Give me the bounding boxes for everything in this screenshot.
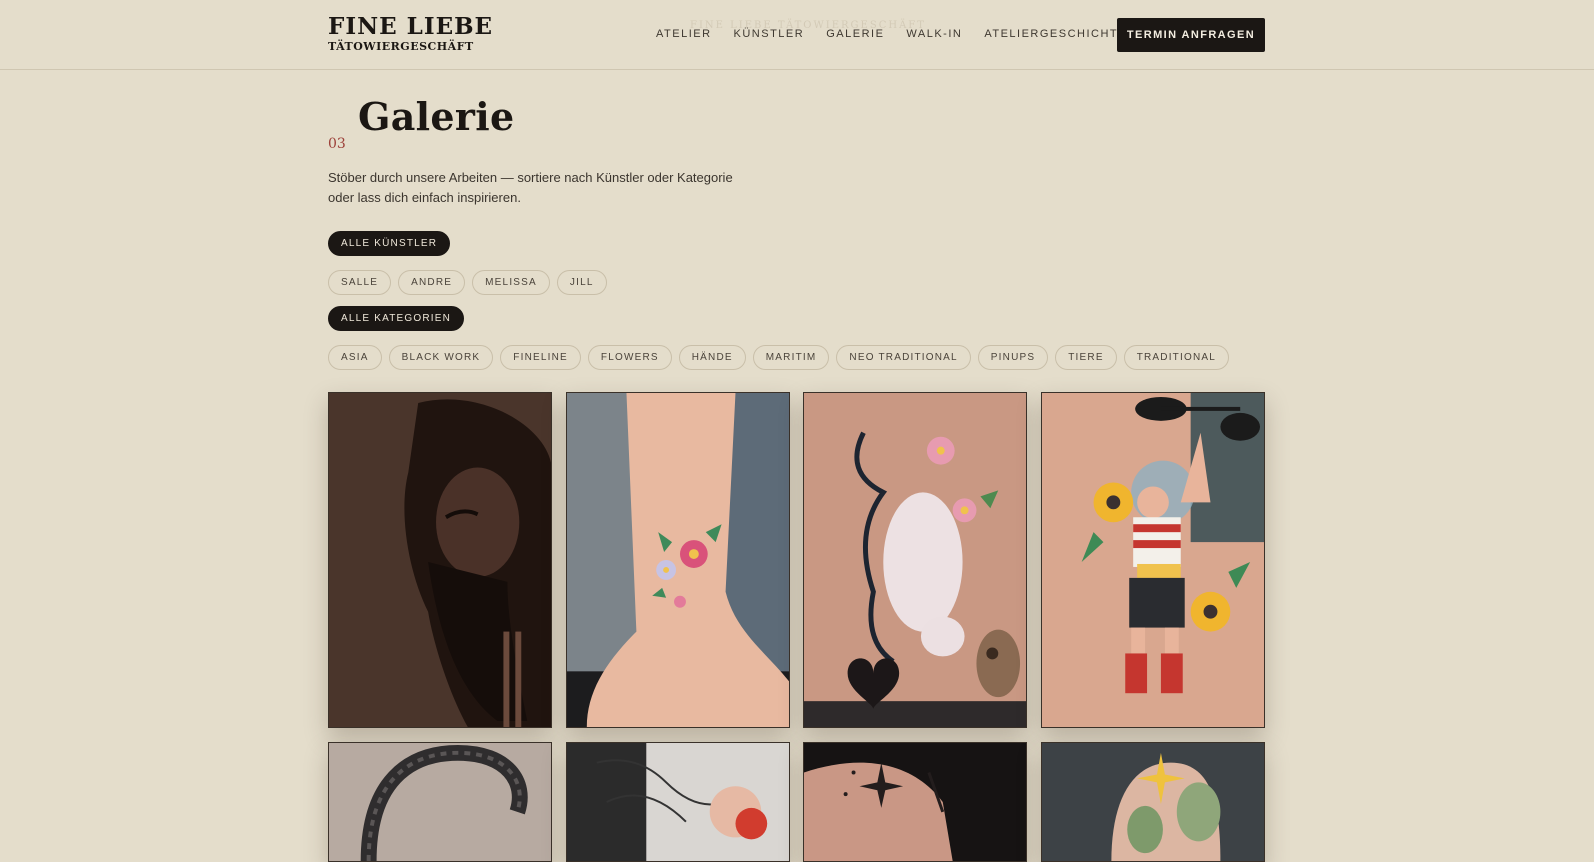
logo[interactable]: FINE LIEBE TÄTOWIERGESCHÄFT bbox=[328, 14, 493, 54]
gallery-item-ankle-flower-tattoo[interactable] bbox=[566, 392, 790, 728]
filter-category-flowers[interactable]: FLOWERS bbox=[587, 345, 672, 370]
tattoo-photo-snake bbox=[329, 743, 551, 861]
page-title: Galerie bbox=[358, 94, 515, 139]
category-filter-row: ASIA BLACK WORK FINELINE FLOWERS HÄNDE M… bbox=[328, 345, 1230, 370]
filter-category-pinups[interactable]: PINUPS bbox=[977, 345, 1049, 370]
nav-item-walk-in[interactable]: WALK-IN bbox=[906, 27, 962, 41]
filter-category-haende[interactable]: HÄNDE bbox=[678, 345, 746, 370]
filter-all-artists[interactable]: ALLE KÜNSTLER bbox=[328, 231, 451, 256]
artist-filter-row: SALLE ANDRE MELISSA JILL bbox=[328, 270, 607, 295]
tattoo-photo-mouse bbox=[804, 393, 1026, 727]
filter-category-black-work[interactable]: BLACK WORK bbox=[388, 345, 494, 370]
filter-artist-salle[interactable]: SALLE bbox=[328, 270, 392, 295]
gallery-item-strongman-tattoo[interactable] bbox=[1041, 392, 1265, 728]
main-nav: ATELIER KÜNSTLER GALERIE WALK-IN ATELIER… bbox=[656, 27, 1158, 41]
filter-artist-jill[interactable]: JILL bbox=[556, 270, 607, 295]
filter-category-tiere[interactable]: TIERE bbox=[1055, 345, 1117, 370]
intro-text: Stöber durch unsere Arbeiten — sortiere … bbox=[328, 170, 733, 205]
logo-subtitle: TÄTOWIERGESCHÄFT bbox=[328, 40, 474, 53]
tattoo-photo-stars bbox=[804, 743, 1026, 861]
gallery-item-leaves-star-tattoo[interactable] bbox=[1041, 742, 1265, 862]
nav-item-ateliergeschichten[interactable]: ATELIERGESCHICHTEN bbox=[984, 27, 1136, 41]
gallery-item-sketch-tattoo[interactable] bbox=[566, 742, 790, 862]
category-filter-all-row: ALLE KATEGORIEN bbox=[328, 306, 465, 331]
logo-wordmark: FINE LIEBE bbox=[328, 13, 494, 40]
artist-filter-all-row: ALLE KÜNSTLER bbox=[328, 231, 451, 256]
nav-item-atelier[interactable]: ATELIER bbox=[656, 27, 712, 41]
gallery-item-bearded-face-tattoo[interactable] bbox=[328, 392, 552, 728]
gallery-item-mouse-tattoo[interactable] bbox=[803, 392, 1027, 728]
termin-anfragen-button[interactable]: TERMIN ANFRAGEN bbox=[1117, 18, 1265, 52]
filter-category-neo-traditional[interactable]: NEO TRADITIONAL bbox=[836, 345, 971, 370]
filter-artist-melissa[interactable]: MELISSA bbox=[472, 270, 550, 295]
filter-artist-andre[interactable]: ANDRE bbox=[398, 270, 466, 295]
section-number: 03 bbox=[328, 136, 346, 152]
gallery-item-stars-tattoo[interactable] bbox=[803, 742, 1027, 862]
tattoo-photo-ankle-flowers bbox=[567, 393, 789, 727]
filter-category-traditional[interactable]: TRADITIONAL bbox=[1123, 345, 1230, 370]
filter-category-fineline[interactable]: FINELINE bbox=[500, 345, 581, 370]
site-header: FINE LIEBE TÄTOWIERGESCHÄFT FINE LIEBE T… bbox=[0, 0, 1594, 70]
nav-item-kuenstler[interactable]: KÜNSTLER bbox=[734, 27, 805, 41]
tattoo-photo-leaves-star bbox=[1042, 743, 1264, 861]
tattoo-photo-bearded-face bbox=[329, 393, 551, 727]
filter-category-maritim[interactable]: MARITIM bbox=[752, 345, 830, 370]
filter-all-categories[interactable]: ALLE KATEGORIEN bbox=[328, 306, 465, 331]
filter-category-asia[interactable]: ASIA bbox=[328, 345, 382, 370]
nav-item-galerie[interactable]: GALERIE bbox=[826, 27, 884, 41]
tattoo-photo-sketch bbox=[567, 743, 789, 861]
gallery-item-snake-tattoo[interactable] bbox=[328, 742, 552, 862]
tattoo-photo-strongman bbox=[1042, 393, 1264, 727]
